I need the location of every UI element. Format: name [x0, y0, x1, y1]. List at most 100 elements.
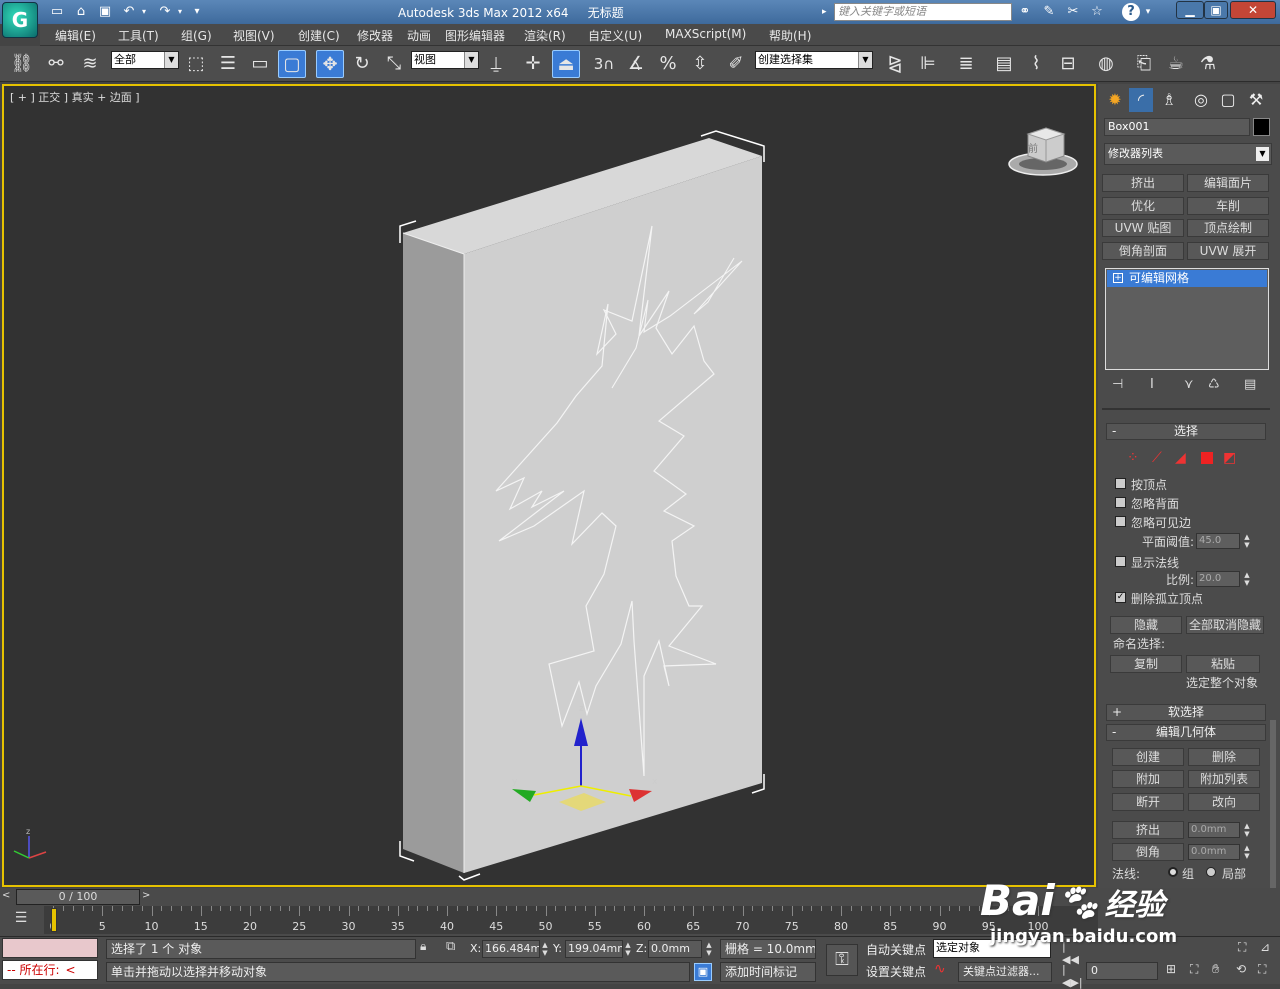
panel-scrollbar[interactable]	[1270, 720, 1276, 910]
spinner-arrows-icon[interactable]: ▲ ▼	[1242, 533, 1252, 549]
selection-filter-dropdown[interactable]: 全部 ▼	[111, 51, 179, 69]
modifier-bevel-profile-button[interactable]: 倒角剖面	[1102, 242, 1184, 260]
normal-local-radio[interactable]	[1206, 867, 1216, 877]
polygon-subobj-icon[interactable]	[1201, 452, 1213, 464]
x-coordinate-field[interactable]: 166.484mm	[482, 940, 540, 958]
search-expand-icon[interactable]: ▸	[822, 3, 834, 21]
menu-modifiers[interactable]: 修改器	[357, 27, 393, 44]
add-time-tag-field[interactable]: 添加时间标记	[720, 962, 816, 982]
extrude-amount-spinner[interactable]: 0.0mm	[1188, 822, 1240, 838]
binoculars-icon[interactable]: ⚭	[1016, 3, 1034, 21]
pivot-center-icon[interactable]: ⍊	[482, 50, 510, 78]
app-logo-button[interactable]: G	[2, 2, 38, 38]
redo-dropdown-icon[interactable]: ▾	[174, 3, 186, 21]
redo-icon[interactable]: ↷	[156, 3, 174, 21]
undo-dropdown-icon[interactable]: ▾	[138, 3, 150, 21]
time-slider[interactable]: 0 / 100	[16, 889, 140, 905]
track-bar[interactable]: 0510152025303540455055606570758085909510…	[44, 906, 1098, 934]
perspective-viewport[interactable]: [ + ] 正交 ] 真实 + 边面 ] z y x z 前	[2, 84, 1096, 887]
modifier-unwrap-uvw-button[interactable]: UVW 展开	[1187, 242, 1269, 260]
hierarchy-tab-icon[interactable]: ♗	[1157, 88, 1181, 112]
key-mode-icon[interactable]: |◀▶|	[1062, 963, 1083, 989]
zoom-extents-icon[interactable]: ⛶	[1190, 962, 1206, 980]
normal-scale-spinner[interactable]: 20.0	[1196, 571, 1240, 587]
search-input[interactable]: 键入关键字或短语	[834, 3, 1012, 21]
save-icon[interactable]: ▣	[96, 3, 114, 21]
menu-animation[interactable]: 动画	[407, 27, 431, 44]
timeline-right-arrow-icon[interactable]: >	[142, 890, 154, 904]
select-scale-icon[interactable]: ⤡	[380, 50, 408, 78]
edit-geometry-rollout-header[interactable]: - 编辑几何体	[1106, 724, 1266, 741]
maxscript-line[interactable]: -- 所在行: <	[2, 960, 98, 980]
select-move-icon[interactable]: ✥	[316, 50, 344, 78]
help-icon[interactable]: ?	[1122, 3, 1140, 21]
rendered-frame-icon[interactable]: ☕	[1162, 50, 1190, 78]
modifier-optimize-button[interactable]: 优化	[1102, 197, 1184, 215]
menu-graph-editors[interactable]: 图形编辑器	[445, 27, 505, 44]
time-tag-icon[interactable]: ▣	[694, 963, 712, 981]
hide-button[interactable]: 隐藏	[1110, 616, 1182, 634]
menu-views[interactable]: 视图(V)	[233, 27, 275, 44]
unhide-all-button[interactable]: 全部取消隐藏	[1186, 616, 1264, 634]
remove-modifier-icon[interactable]: ♺	[1208, 377, 1220, 392]
spinner-arrows-icon[interactable]: ▲ ▼	[540, 941, 550, 957]
viewcube-icon[interactable]: 前	[1006, 122, 1080, 178]
curve-editor-icon[interactable]: ⌇	[1022, 50, 1050, 78]
keyboard-shortcut-override-icon[interactable]: ⏏	[552, 50, 580, 78]
unlink-icon[interactable]: ⚯	[42, 50, 70, 78]
render-setup-icon[interactable]: ⎗	[1130, 50, 1158, 78]
spinner-arrows-icon[interactable]: ▲ ▼	[1242, 844, 1252, 860]
maxscript-listener-mini[interactable]	[2, 938, 98, 958]
soft-selection-rollout-header[interactable]: + 软选择	[1106, 704, 1266, 721]
z-coordinate-field[interactable]: 0.0mm	[648, 940, 702, 958]
by-vertex-checkbox[interactable]	[1115, 478, 1126, 489]
create-tab-icon[interactable]: ✹	[1103, 88, 1127, 112]
menu-group[interactable]: 组(G)	[181, 27, 212, 44]
pin-stack-icon[interactable]: ⊣	[1112, 377, 1123, 392]
stack-item-editable-mesh[interactable]: + 可编辑网格	[1107, 270, 1267, 287]
attach-button[interactable]: 附加	[1112, 770, 1184, 788]
menu-customize[interactable]: 自定义(U)	[588, 27, 642, 44]
vertex-subobj-icon[interactable]: ⁘	[1127, 450, 1139, 466]
configure-modifier-sets-icon[interactable]: ▤	[1244, 377, 1256, 392]
expand-icon[interactable]: +	[1113, 273, 1123, 283]
material-editor-icon[interactable]: ◍	[1092, 50, 1120, 78]
bind-spacewarp-icon[interactable]: ≋	[76, 50, 104, 78]
set-key-button[interactable]: 设置关键点	[866, 963, 926, 980]
maximize-button[interactable]: ▣	[1204, 1, 1228, 19]
current-frame-marker[interactable]	[51, 908, 57, 932]
field-of-view-icon[interactable]: ⊿	[1260, 940, 1276, 958]
face-subobj-icon[interactable]: ◢	[1175, 450, 1186, 466]
select-by-name-icon[interactable]: ☰	[214, 50, 242, 78]
modify-tab-icon[interactable]: ◜	[1129, 88, 1153, 112]
modifier-stack[interactable]: + 可编辑网格	[1105, 268, 1269, 370]
key-tangent-icon[interactable]: ∿	[934, 961, 954, 981]
turn-button[interactable]: 改向	[1188, 793, 1260, 811]
menu-tools[interactable]: 工具(T)	[118, 27, 159, 44]
element-subobj-icon[interactable]: ◩	[1223, 450, 1236, 466]
spinner-arrows-icon[interactable]: ▲ ▼	[1242, 822, 1252, 838]
select-object-icon[interactable]: ⬚	[182, 50, 210, 78]
communication-icon[interactable]: ✂	[1064, 3, 1082, 21]
window-crossing-icon[interactable]: ▢	[278, 50, 306, 78]
quick-access-menu-icon[interactable]: ▾	[190, 3, 204, 21]
percent-snap-icon[interactable]: %	[654, 50, 682, 78]
align-icon[interactable]: ⊫	[914, 50, 942, 78]
link-icon[interactable]: ⛓	[8, 50, 36, 78]
orbit-icon[interactable]: ⟲	[1236, 962, 1252, 980]
spinner-snap-icon[interactable]: ⇳	[686, 50, 714, 78]
selection-rollout-header[interactable]: - 选择	[1106, 423, 1266, 440]
mirror-icon[interactable]: ⧎	[881, 50, 909, 78]
minimize-button[interactable]: ▁	[1176, 1, 1204, 19]
make-unique-icon[interactable]: ⋎	[1184, 377, 1194, 392]
undo-icon[interactable]: ↶	[120, 3, 138, 21]
spinner-arrows-icon[interactable]: ▲ ▼	[704, 941, 714, 957]
modifier-vertex-paint-button[interactable]: 顶点绘制	[1187, 219, 1269, 237]
ignore-backface-checkbox[interactable]	[1115, 497, 1126, 508]
absolute-mode-icon[interactable]: ⧉	[446, 939, 464, 957]
menu-help[interactable]: 帮助(H)	[769, 27, 811, 44]
modifier-extrude-button[interactable]: 挤出	[1102, 174, 1184, 192]
reference-coord-dropdown[interactable]: 视图 ▼	[411, 51, 479, 69]
rect-selection-icon[interactable]: ▭	[246, 50, 274, 78]
graphite-toolbar-icon[interactable]: ▤	[990, 50, 1018, 78]
